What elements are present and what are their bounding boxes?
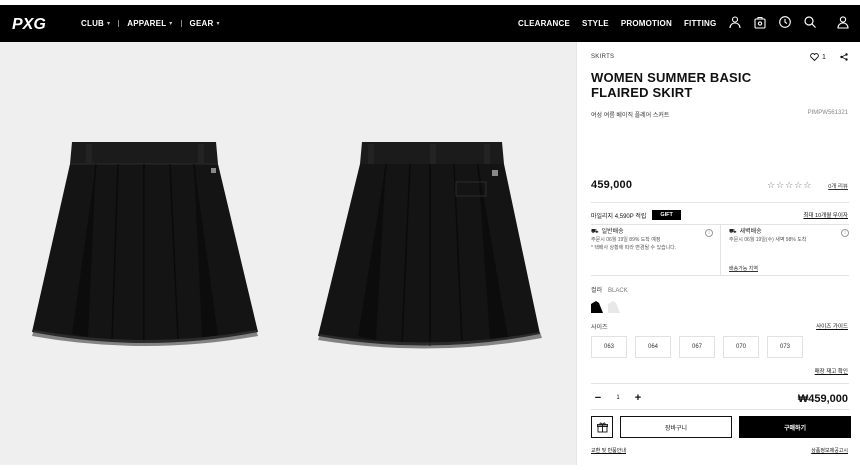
color-swatch-black[interactable] bbox=[591, 301, 603, 313]
decrease-quantity-button[interactable]: − bbox=[591, 391, 605, 405]
increase-quantity-button[interactable]: + bbox=[631, 391, 645, 405]
gift-badge[interactable]: GIFT bbox=[652, 210, 681, 220]
history-icon[interactable] bbox=[778, 15, 792, 29]
product-price: 459,000 bbox=[591, 179, 633, 191]
nav-fitting[interactable]: FITTING bbox=[684, 19, 717, 28]
star-icon: ☆ bbox=[785, 180, 794, 190]
installment-link[interactable]: 최대 10개월 무이자 bbox=[803, 211, 848, 219]
normal-shipping-note: * 택배사 상황에 따라 변경될 수 있습니다. bbox=[591, 245, 677, 251]
chevron-down-icon: ▾ bbox=[169, 21, 173, 27]
purchase-actions: 장바구니 구매하기 bbox=[591, 416, 851, 438]
nav-club-label: CLUB bbox=[81, 19, 105, 28]
gift-button[interactable] bbox=[591, 416, 613, 438]
nav-apparel-label: APPAREL bbox=[127, 19, 167, 28]
delivery-area-link[interactable]: 배송가능 지역 bbox=[729, 265, 758, 272]
account-icon[interactable] bbox=[836, 15, 850, 29]
total-price: ₩459,000 bbox=[797, 393, 848, 405]
like-count: 1 bbox=[822, 53, 826, 61]
nav-gear[interactable]: GEAR ▾ bbox=[190, 19, 220, 28]
product-gallery bbox=[0, 42, 576, 465]
nav-style[interactable]: STYLE bbox=[582, 19, 609, 28]
nav-clearance[interactable]: CLEARANCE bbox=[518, 19, 570, 28]
nav-apparel[interactable]: APPAREL ▾ bbox=[127, 19, 172, 28]
quantity-value[interactable]: 1 bbox=[605, 395, 631, 401]
promo-nav: CLEARANCE STYLE PROMOTION FITTING bbox=[518, 5, 716, 42]
nav-separator bbox=[118, 20, 120, 27]
product-image-front[interactable] bbox=[32, 142, 258, 352]
pxg-logo[interactable]: PXG bbox=[12, 13, 46, 33]
size-option[interactable]: 063 bbox=[591, 336, 627, 358]
dawn-shipping-eta: 주문시 06월 19일(수) 새벽 98% 도착 bbox=[729, 237, 807, 243]
divider bbox=[591, 409, 849, 410]
star-icon: ☆ bbox=[794, 180, 803, 190]
product-category[interactable]: SKIRTS bbox=[591, 54, 614, 60]
product-info-notice-link[interactable]: 상품정보제공고시 bbox=[811, 447, 848, 454]
product-title: WOMEN SUMMER BASIC FLAIRED SKIRT bbox=[591, 70, 752, 100]
search-icon[interactable] bbox=[803, 15, 817, 29]
nav-separator bbox=[180, 20, 182, 27]
color-swatch-white[interactable] bbox=[608, 301, 620, 313]
reviews-link[interactable]: 0개 리뷰 bbox=[828, 182, 848, 190]
star-icon: ☆ bbox=[767, 180, 776, 190]
category-nav: CLUB ▾ APPAREL ▾ GEAR ▾ bbox=[81, 5, 220, 42]
color-label: 컬러 bbox=[591, 288, 603, 294]
truck-icon: ⛟ bbox=[591, 229, 599, 235]
normal-shipping: ⛟ 일반배송 주문시 06월 19일 89% 도착 예정 * 택배사 상황에 따라… bbox=[591, 228, 676, 252]
quantity-stepper: − 1 + bbox=[591, 391, 645, 405]
product-image-back[interactable] bbox=[318, 142, 542, 354]
product-korean-name: 여성 여름 베이직 플레어 스커트 bbox=[591, 113, 670, 119]
dawn-shipping-title: 새벽배송 bbox=[739, 229, 762, 235]
user-icon[interactable] bbox=[728, 15, 742, 29]
nav-club[interactable]: CLUB ▾ bbox=[81, 19, 110, 28]
size-option[interactable]: 073 bbox=[767, 336, 803, 358]
add-to-cart-button[interactable]: 장바구니 bbox=[620, 416, 732, 438]
size-options: 063 064 067 070 073 bbox=[591, 336, 803, 358]
share-icon[interactable] bbox=[840, 53, 848, 61]
size-label: 사이즈 bbox=[591, 325, 608, 331]
divider bbox=[591, 275, 849, 276]
divider bbox=[720, 225, 721, 275]
dawn-shipping: ⛟ 새벽배송 주문시 06월 19일(수) 새벽 98% 도착 bbox=[729, 228, 806, 244]
utility-icons bbox=[728, 15, 817, 29]
truck-icon: ⛟ bbox=[729, 229, 737, 235]
like-button[interactable]: 1 bbox=[810, 53, 826, 61]
size-option[interactable]: 067 bbox=[679, 336, 715, 358]
exchange-return-link[interactable]: 교환 및 반품안내 bbox=[591, 447, 626, 454]
heart-icon bbox=[810, 53, 819, 61]
store-icon[interactable] bbox=[753, 15, 767, 29]
nav-gear-label: GEAR bbox=[189, 19, 214, 28]
size-option[interactable]: 070 bbox=[723, 336, 759, 358]
top-navigation-bar: PXG CLUB ▾ APPAREL ▾ GEAR ▾ CLEARANCE STYLE… bbox=[0, 5, 860, 42]
star-icon: ☆ bbox=[776, 180, 785, 190]
mileage-text: 마일리지 4,590P 적립 bbox=[591, 213, 647, 220]
divider bbox=[591, 383, 849, 384]
mileage-row: 마일리지 4,590P 적립 GIFT bbox=[591, 210, 681, 220]
page-frame: PXG CLUB ▾ APPAREL ▾ GEAR ▾ CLEARANCE STYLE… bbox=[0, 5, 860, 465]
product-code: PIMPW561321 bbox=[807, 110, 848, 116]
rating-stars: ☆ ☆ ☆ ☆ ☆ bbox=[767, 180, 811, 191]
normal-shipping-title: 일반배송 bbox=[601, 229, 624, 235]
product-detail-panel: SKIRTS 1 WOMEN SUMMER BASIC FLAIRED SKIR… bbox=[576, 42, 860, 465]
svg-text:PXG: PXG bbox=[12, 16, 46, 33]
chevron-down-icon: ▾ bbox=[216, 21, 220, 27]
divider bbox=[591, 202, 849, 203]
buy-now-button[interactable]: 구매하기 bbox=[739, 416, 851, 438]
info-icon[interactable]: i bbox=[705, 229, 713, 237]
color-value: BLACK bbox=[608, 288, 628, 294]
size-guide-link[interactable]: 사이즈 가이드 bbox=[816, 322, 848, 330]
store-stock-link[interactable]: 매장 재고 확인 bbox=[815, 367, 848, 375]
nav-promotion[interactable]: PROMOTION bbox=[621, 19, 672, 28]
normal-shipping-eta: 주문시 06월 19일 89% 도착 예정 bbox=[591, 237, 661, 243]
info-icon[interactable]: i bbox=[841, 229, 849, 237]
gift-icon bbox=[596, 422, 608, 432]
color-row: 컬러 BLACK bbox=[591, 285, 628, 294]
chevron-down-icon: ▾ bbox=[107, 21, 111, 27]
size-option[interactable]: 064 bbox=[635, 336, 671, 358]
star-icon: ☆ bbox=[803, 180, 812, 190]
